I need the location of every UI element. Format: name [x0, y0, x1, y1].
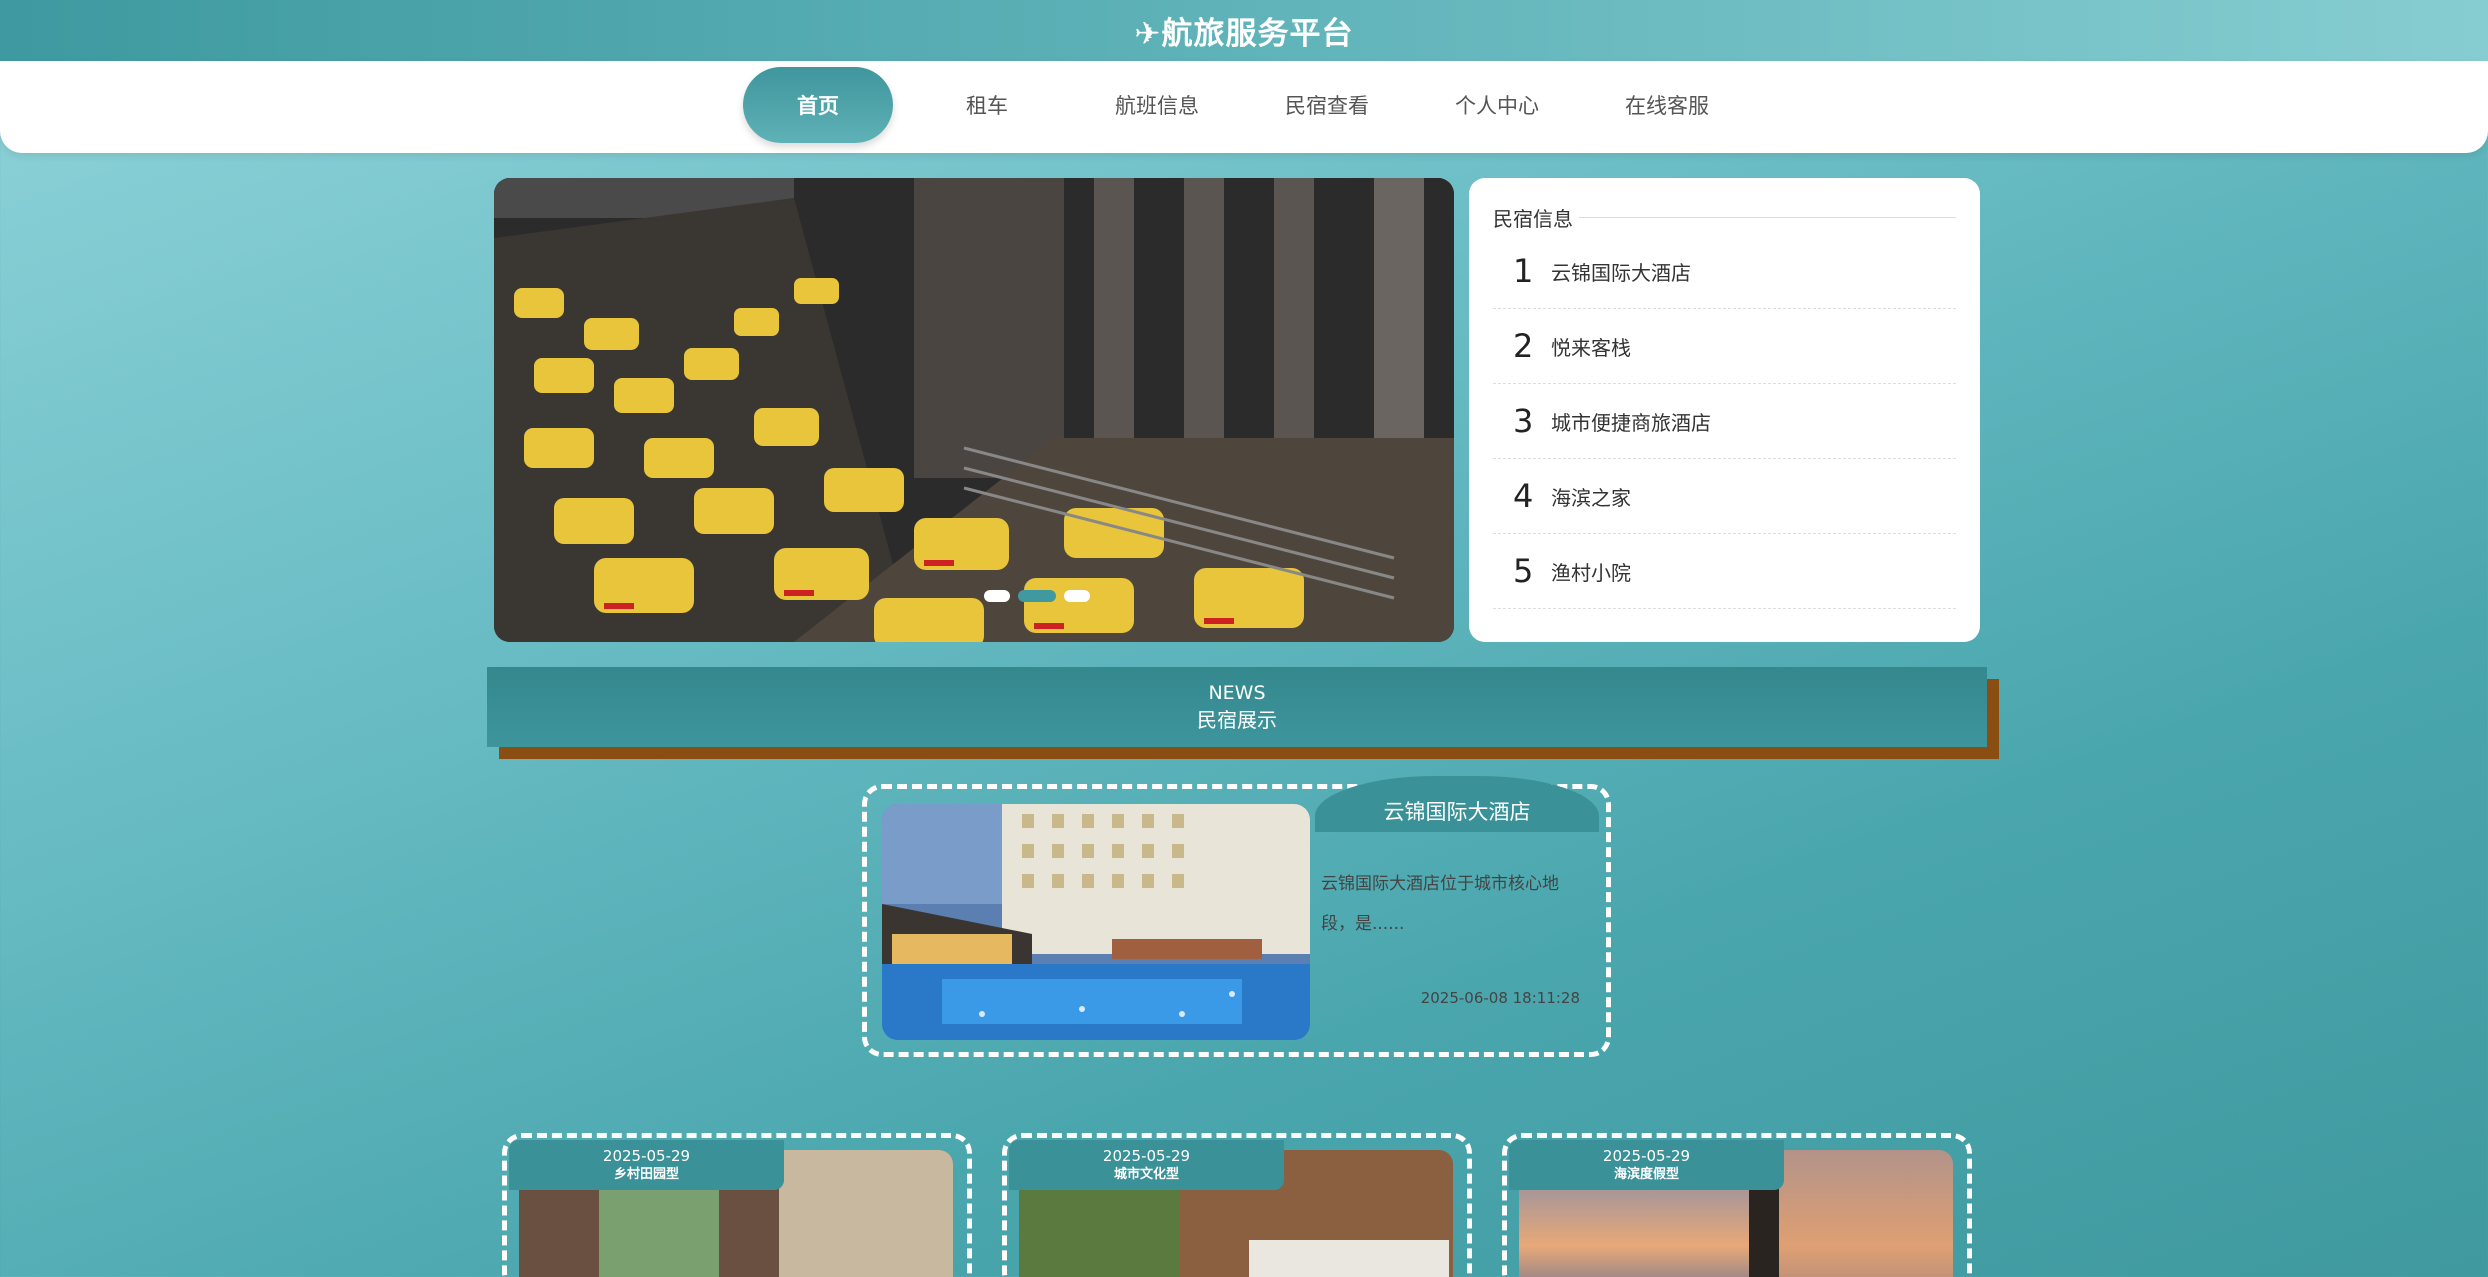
top-header: ✈航旅服务平台: [0, 0, 2488, 61]
featured-hotel-image: [882, 804, 1310, 1040]
card-tag: 2025-05-29 城市文化型: [1009, 1140, 1284, 1190]
list-item[interactable]: 3 城市便捷商旅酒店: [1493, 384, 1956, 459]
main-nav: 首页 租车 航班信息 民宿查看 个人中心 在线客服: [0, 61, 2488, 153]
nav-home[interactable]: 首页: [743, 67, 893, 143]
list-item[interactable]: 5 渔村小院: [1493, 534, 1956, 609]
carousel-dot[interactable]: [984, 590, 1010, 602]
homestay-name: 悦来客栈: [1551, 335, 1631, 360]
homestay-name: 云锦国际大酒店: [1551, 260, 1691, 285]
list-item[interactable]: 2 悦来客栈: [1493, 309, 1956, 384]
featured-homestay-card[interactable]: 云锦国际大酒店 云锦国际大酒店位于城市核心地段，是...... 2025-06-…: [862, 776, 1611, 1057]
app-title: ✈航旅服务平台: [1134, 16, 1354, 52]
rank-number: 4: [1513, 477, 1534, 515]
banner-image: [494, 178, 1454, 642]
panel-title-text: 民宿信息: [1493, 206, 1573, 231]
news-section-header: NEWS 民宿展示: [487, 667, 1987, 747]
homestay-card[interactable]: 2025-05-29 乡村田园型: [502, 1133, 972, 1277]
carousel-dot-active[interactable]: [1018, 590, 1056, 602]
carousel-dot[interactable]: [1064, 590, 1090, 602]
nav-customer-service[interactable]: 在线客服: [1592, 67, 1742, 143]
panel-title: 民宿信息: [1493, 204, 1956, 231]
card-tag: 2025-05-29 海滨度假型: [1509, 1140, 1784, 1190]
news-label-cn: 民宿展示: [1197, 708, 1277, 732]
homestay-name: 城市便捷商旅酒店: [1551, 410, 1711, 435]
card-type: 城市文化型: [1113, 1167, 1179, 1182]
nav-personal-center[interactable]: 个人中心: [1422, 67, 1572, 143]
rank-number: 5: [1513, 552, 1534, 590]
rank-number: 1: [1513, 252, 1534, 290]
featured-date: 2025-06-08 18:11:28: [1420, 989, 1580, 1007]
banner-carousel[interactable]: [494, 178, 1454, 642]
rank-number: 3: [1513, 402, 1534, 440]
nav-homestay-view[interactable]: 民宿查看: [1252, 67, 1402, 143]
card-date: 2025-05-29: [602, 1147, 691, 1165]
card-tag: 2025-05-29 乡村田园型: [509, 1140, 784, 1190]
nav-flight-info[interactable]: 航班信息: [1082, 67, 1232, 143]
list-item[interactable]: 4 海滨之家: [1493, 459, 1956, 534]
homestay-card[interactable]: 2025-05-29 城市文化型: [1002, 1133, 1472, 1277]
rank-number: 2: [1513, 327, 1534, 365]
featured-title-tab[interactable]: 云锦国际大酒店: [1315, 776, 1599, 832]
featured-description: 云锦国际大酒店位于城市核心地段，是......: [1321, 874, 1559, 934]
card-type: 海滨度假型: [1613, 1167, 1679, 1182]
card-type: 乡村田园型: [613, 1167, 679, 1182]
list-item[interactable]: 1 云锦国际大酒店: [1493, 234, 1956, 309]
homestay-info-panel: 民宿信息 1 云锦国际大酒店 2 悦来客栈 3 城市便捷商旅酒店 4 海滨之家 …: [1469, 178, 1980, 642]
news-label-en: NEWS: [1208, 682, 1266, 704]
homestay-name: 渔村小院: [1551, 560, 1631, 585]
homestay-list: 1 云锦国际大酒店 2 悦来客栈 3 城市便捷商旅酒店 4 海滨之家 5 渔村小…: [1493, 234, 1956, 609]
homestay-name: 海滨之家: [1551, 485, 1631, 510]
carousel-indicators: [984, 590, 1090, 602]
card-date: 2025-05-29: [1602, 1147, 1691, 1165]
homestay-card[interactable]: 2025-05-29 海滨度假型: [1502, 1133, 1972, 1277]
nav-car-rental[interactable]: 租车: [912, 67, 1062, 143]
card-date: 2025-05-29: [1102, 1147, 1191, 1165]
